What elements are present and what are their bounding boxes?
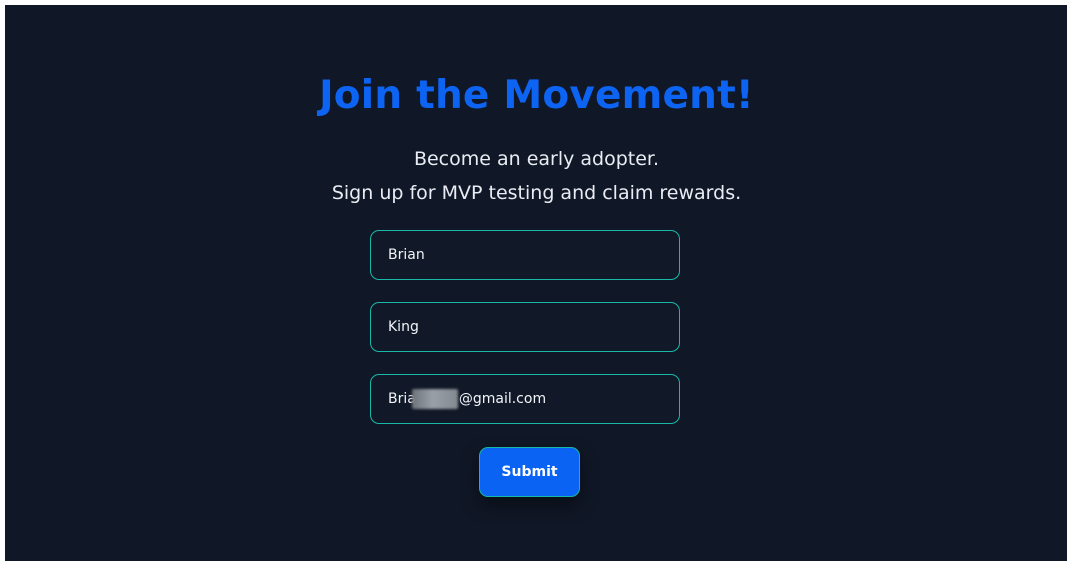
subtitle-line-1: Become an early adopter. [413,148,660,170]
last-name-input[interactable] [388,319,662,335]
signup-panel: Join the Movement! Become an early adopt… [5,5,1067,561]
redaction-block [411,389,458,409]
last-name-field[interactable] [370,302,680,352]
page-title: Join the Movement! [319,73,754,118]
email-suffix-text: @gmail.com [458,391,547,407]
submit-button[interactable]: Submit [479,447,580,497]
first-name-input[interactable] [388,247,662,263]
email-input[interactable]: Bria @gmail.com [388,389,662,409]
email-field[interactable]: Bria @gmail.com [370,374,680,424]
first-name-field[interactable] [370,230,680,280]
subtitle-line-2: Sign up for MVP testing and claim reward… [331,182,742,204]
